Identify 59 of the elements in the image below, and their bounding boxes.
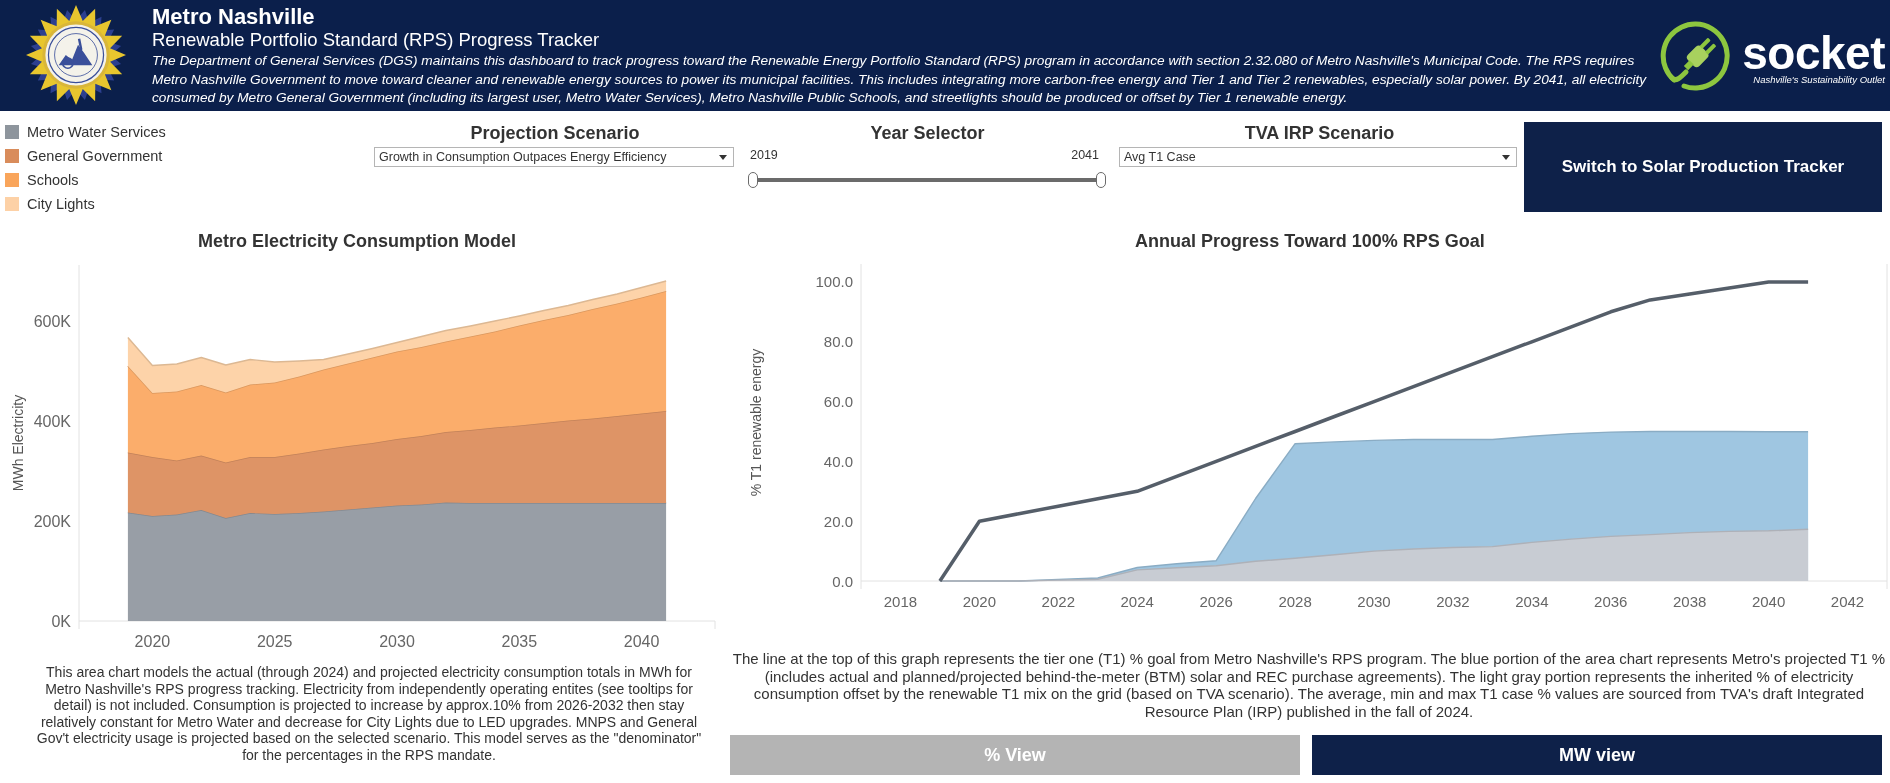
axis-tick-label: 2032: [1436, 592, 1470, 610]
legend-label: General Government: [27, 148, 163, 164]
axis-tick-label: 60.0: [823, 393, 853, 411]
plug-icon: [1660, 19, 1733, 92]
axis-tick-label: 0K: [51, 612, 71, 630]
axis-tick-label: 20.0: [823, 512, 853, 530]
slider-min-label: 2019: [750, 147, 778, 163]
axis-tick-label: 2020: [962, 592, 997, 610]
switch-tracker-button[interactable]: Switch to Solar Production Tracker: [1524, 122, 1882, 212]
control-title: Projection Scenario: [469, 122, 641, 144]
legend-label: City Lights: [27, 196, 95, 212]
axis-tick-label: 80.0: [823, 333, 853, 351]
axis-tick-label: 2030: [1357, 592, 1391, 610]
chart-description: This area chart models the actual (through 2024) and projected electricity consumption totals in MWh for Metro Nashville's RPS progress tracking. Electricity from independently operating entites (see tooltips for detail) is not included. Consumption is projected to increase by approx.10% from 2026-2032 then stay relatively constant for Metro Water and decrease for City Lights due to LED upgrades. MNPS and General Gov't electricity usage is projected based on the selected scenario. This model serves as the "denominator" for the percentages in the RPS mandate.: [35, 664, 703, 764]
axis-tick-label: 2025: [256, 632, 293, 650]
dashboard-description: The Department of General Services (DGS) maintains this dashboard to track progress toward the Renewable Energy Portfolio Standard (RPS) program in accordance with section 2.32.080 of Metro Nashville's Municipal Code. The RPS requires Metro Nashville Government to move toward cleaner and renewable energy sources to power its municipal facilities. This includes integrating more carbon-free energy and Tier 1 and Tier 2 renewables, especially solar power. By 2041, all electricity consumed by Metro General Government (including its largest user, Metro Water Services), Metro Nashville Public Schools, and streetlights should be produced or offset by Tier 1 renewable energy.: [152, 52, 1647, 107]
axis-tick-label: 2040: [1751, 592, 1786, 610]
caret-icon: [719, 154, 727, 160]
axis-tick-label: 2022: [1041, 592, 1075, 610]
seal-icon: [26, 5, 126, 105]
chart-description: The line at the top of this graph represents the tier one (T1) % goal from Metro Nashville's RPS program. The blue portion of the area chart represents Metro's projected T1 % (includes actual and planned/projected behind-the-meter (BTM) solar and REC purchase agreements). The light gray portion represents the inherited % of electricity consumption offset by the renewable T1 mix on the grid (based on TVA scenario). The average, min and max T1 case % values are sourced from TVA's draft Integrated Resource Plan (IRP) published in the fall of 2024.: [731, 650, 1887, 721]
axis-tick-label: 600K: [33, 312, 71, 330]
dashboard-title: Metro Nashville: [152, 4, 316, 29]
axis-tick-label: 200K: [33, 512, 71, 530]
scenario-dropdown[interactable]: Avg T1 Case: [1119, 147, 1517, 167]
axis-tick-label: 2042: [1830, 592, 1865, 610]
control-title: TVA IRP Scenario: [1243, 122, 1396, 144]
caret-icon: [1502, 154, 1510, 160]
axis-tick-label: 2034: [1515, 592, 1549, 610]
axis-tick-label: 2028: [1278, 592, 1312, 610]
axis-tick-label: 2035: [501, 632, 538, 650]
axis-title: % T1 renewable energy: [748, 348, 764, 497]
scenario-dropdown[interactable]: Growth in Consumption Outpaces Energy Efficiency: [374, 147, 734, 167]
range-slider[interactable]: [748, 172, 1106, 188]
axis-title: MWh Electricity: [10, 394, 26, 492]
control-title: Year Selector: [869, 122, 986, 144]
chart-title: Metro Electricity Consumption Model: [197, 230, 517, 253]
axis-tick-label: 2020: [134, 632, 171, 650]
axis-tick-label: 2026: [1199, 592, 1233, 610]
axis-tick-label: 2038: [1673, 592, 1707, 610]
axis-tick-label: 100.0: [815, 273, 853, 291]
slider-handle[interactable]: [1096, 172, 1106, 188]
axis-tick-label: 400K: [33, 412, 71, 430]
axis-tick-label: 40.0: [823, 452, 853, 470]
brand-tagline: Nashville's Sustainability Outlet: [1753, 73, 1885, 86]
legend-label: Metro Water Services: [27, 124, 166, 140]
axis-tick-label: 2030: [379, 632, 415, 650]
axis-tick-label: 0.0: [832, 572, 853, 590]
axis-tick-label: 2024: [1120, 592, 1154, 610]
slider-handle[interactable]: [748, 172, 758, 188]
chart-title: Annual Progress Toward 100% RPS Goal: [1134, 230, 1486, 253]
axis-tick-label: 2040: [623, 632, 660, 650]
slider-max-label: 2041: [1071, 147, 1099, 163]
axis-tick-label: 2036: [1594, 592, 1628, 610]
dashboard-subtitle: Renewable Portfolio Standard (RPS) Progress Tracker: [152, 29, 601, 51]
axis-tick-label: 2018: [883, 592, 918, 610]
legend-label: Schools: [27, 172, 79, 188]
view-toggle-button[interactable]: MW view: [1312, 735, 1882, 775]
brand-name: socket: [1742, 31, 1885, 74]
